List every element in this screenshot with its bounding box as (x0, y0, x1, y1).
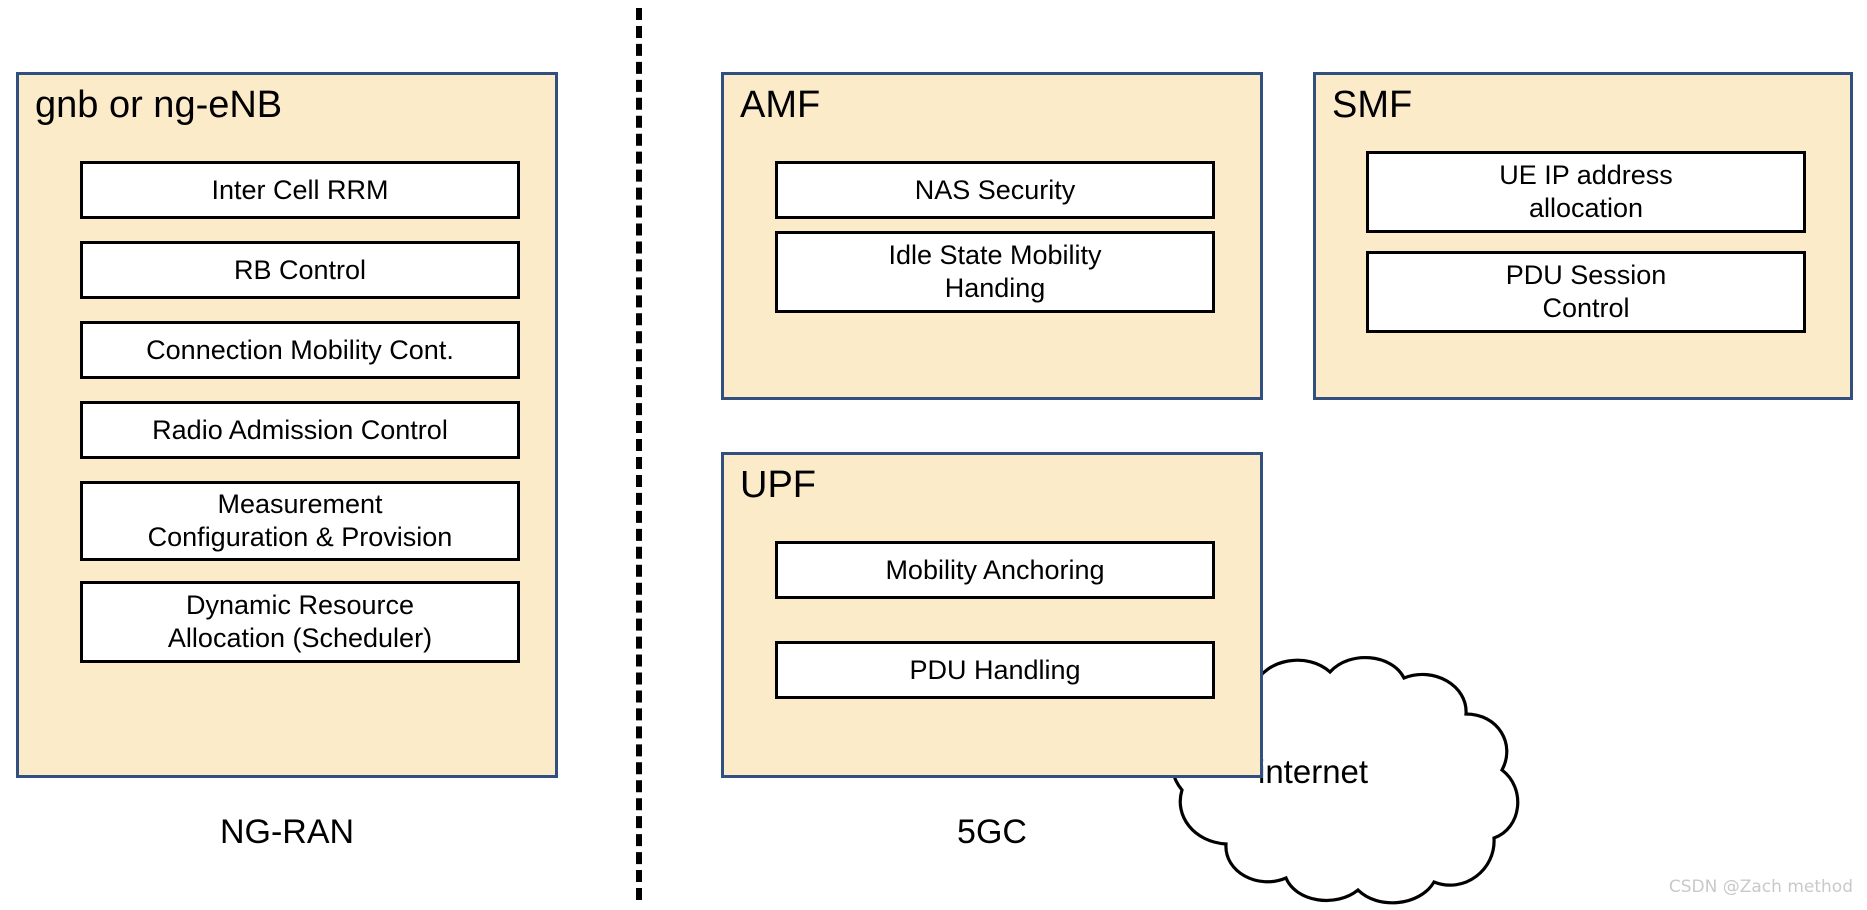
function-label: Measurement Configuration & Provision (147, 489, 453, 552)
ran-core-divider (636, 8, 642, 900)
function-label: Mobility Anchoring (885, 554, 1105, 585)
internet-label: internet (1258, 753, 1369, 790)
diagram-canvas: internet gnb or ng-eNB Inter Cell RRM RB… (0, 0, 1867, 910)
function-box-inter-cell-rrm[interactable]: Inter Cell RRM (80, 161, 520, 219)
function-box-rb-control[interactable]: RB Control (80, 241, 520, 299)
function-label: PDU Handling (909, 654, 1081, 685)
function-label: Inter Cell RRM (211, 174, 389, 205)
function-box-nas-security[interactable]: NAS Security (775, 161, 1215, 219)
function-label: RB Control (233, 254, 367, 285)
watermark-text: CSDN @Zach method (1668, 877, 1853, 897)
upf-title: UPF (740, 464, 816, 506)
function-label: Connection Mobility Cont. (146, 334, 454, 365)
function-label: Radio Admission Control (152, 414, 448, 445)
amf-title: AMF (740, 84, 821, 126)
function-label: UE IP address allocation (1499, 160, 1673, 223)
upf-box: UPF Mobility Anchoring PDU Handling (721, 452, 1263, 778)
function-label: NAS Security (914, 174, 1076, 205)
5gc-caption: 5GC (957, 813, 1027, 851)
smf-box: SMF UE IP address allocation PDU Session C… (1313, 72, 1853, 400)
function-box-dynamic-resource-allocation[interactable]: Dynamic Resource Allocation (Scheduler) (80, 581, 520, 663)
function-label: Dynamic Resource Allocation (Scheduler) (167, 590, 433, 653)
function-box-radio-admission-control[interactable]: Radio Admission Control (80, 401, 520, 459)
function-label: PDU Session Control (1505, 260, 1667, 323)
gnb-or-ng-enb-title: gnb or ng-eNB (35, 84, 283, 126)
function-box-connection-mobility-control[interactable]: Connection Mobility Cont. (80, 321, 520, 379)
smf-title: SMF (1332, 84, 1413, 126)
function-label: Idle State Mobility Handing (888, 240, 1102, 303)
ng-ran-caption: NG-RAN (219, 813, 355, 851)
function-box-mobility-anchoring[interactable]: Mobility Anchoring (775, 541, 1215, 599)
function-box-measurement-configuration-provision[interactable]: Measurement Configuration & Provision (80, 481, 520, 561)
function-box-idle-state-mobility-handing[interactable]: Idle State Mobility Handing (775, 231, 1215, 313)
amf-box: AMF NAS Security Idle State Mobility Hand… (721, 72, 1263, 400)
gnb-or-ng-enb-box: gnb or ng-eNB Inter Cell RRM RB Control … (16, 72, 558, 778)
function-box-pdu-handling[interactable]: PDU Handling (775, 641, 1215, 699)
function-box-ue-ip-address-allocation[interactable]: UE IP address allocation (1366, 151, 1806, 233)
function-box-pdu-session-control[interactable]: PDU Session Control (1366, 251, 1806, 333)
